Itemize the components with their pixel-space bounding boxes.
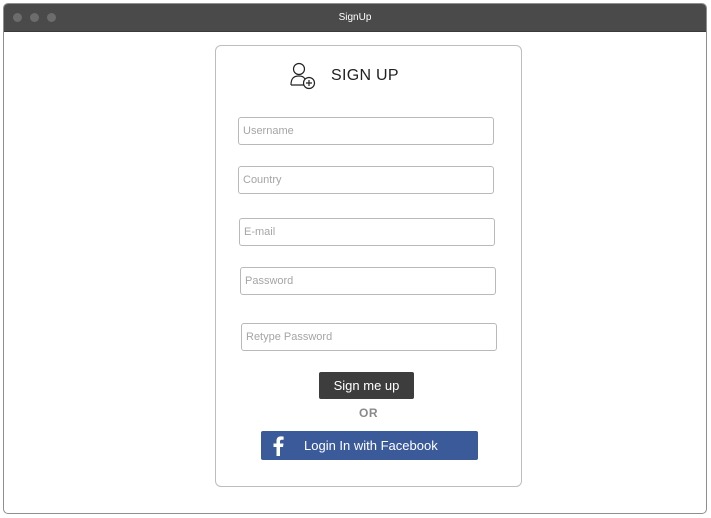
sign-me-up-button[interactable]: Sign me up bbox=[319, 372, 414, 399]
username-input[interactable] bbox=[238, 117, 494, 145]
password-input[interactable] bbox=[240, 267, 496, 295]
page-title: SIGN UP bbox=[331, 67, 399, 84]
signup-heading: SIGN UP bbox=[289, 60, 399, 92]
facebook-login-label: Login In with Facebook bbox=[304, 438, 438, 453]
window-title: SignUp bbox=[338, 12, 372, 23]
signup-card: SIGN UP Sign me up OR Login In with Face… bbox=[215, 45, 522, 487]
country-input[interactable] bbox=[238, 166, 494, 194]
add-user-icon bbox=[289, 61, 317, 91]
title-bar: SignUp bbox=[4, 4, 706, 32]
app-window: SignUp SIGN UP Sign me up OR bbox=[3, 3, 707, 514]
facebook-login-button[interactable]: Login In with Facebook bbox=[261, 431, 478, 460]
facebook-icon bbox=[261, 431, 295, 460]
retype-password-input[interactable] bbox=[241, 323, 497, 351]
or-separator: OR bbox=[359, 406, 378, 420]
email-input[interactable] bbox=[239, 218, 495, 246]
